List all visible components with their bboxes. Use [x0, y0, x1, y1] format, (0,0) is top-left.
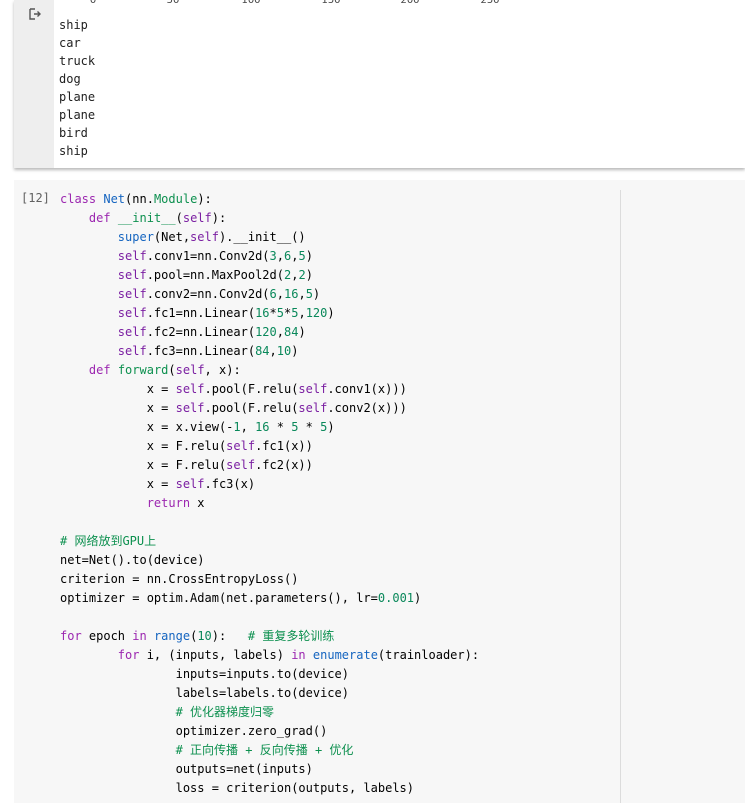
line-length-ruler — [620, 190, 621, 803]
plot-axis-ticks: 0 50 100 150 200 250 — [54, 0, 745, 7]
output-line: dog — [59, 72, 81, 86]
output-gutter — [14, 0, 54, 168]
output-cell: 0 50 100 150 200 250 ship car truck dog … — [14, 0, 745, 168]
axis-tick: 200 — [400, 0, 420, 6]
axis-tick: 150 — [321, 0, 341, 6]
axis-tick: 0 — [89, 0, 97, 6]
code-cell[interactable]: [12] class Net(nn.Module): def __init__(… — [14, 180, 745, 803]
output-arrow-icon[interactable] — [28, 7, 42, 21]
axis-tick: 50 — [166, 0, 180, 6]
output-line: ship — [59, 18, 88, 32]
axis-tick: 100 — [241, 0, 261, 6]
output-line: bird — [59, 126, 88, 140]
output-line: plane — [59, 108, 96, 122]
execution-count: [12] — [21, 191, 50, 205]
output-line: car — [59, 36, 81, 50]
output-line: truck — [59, 54, 96, 68]
code-editor[interactable]: class Net(nn.Module): def __init__(self)… — [60, 190, 479, 798]
output-text: ship car truck dog plane plane bird ship — [59, 16, 95, 160]
axis-tick: 250 — [480, 0, 500, 6]
output-line: ship — [59, 144, 88, 158]
output-line: plane — [59, 90, 96, 104]
